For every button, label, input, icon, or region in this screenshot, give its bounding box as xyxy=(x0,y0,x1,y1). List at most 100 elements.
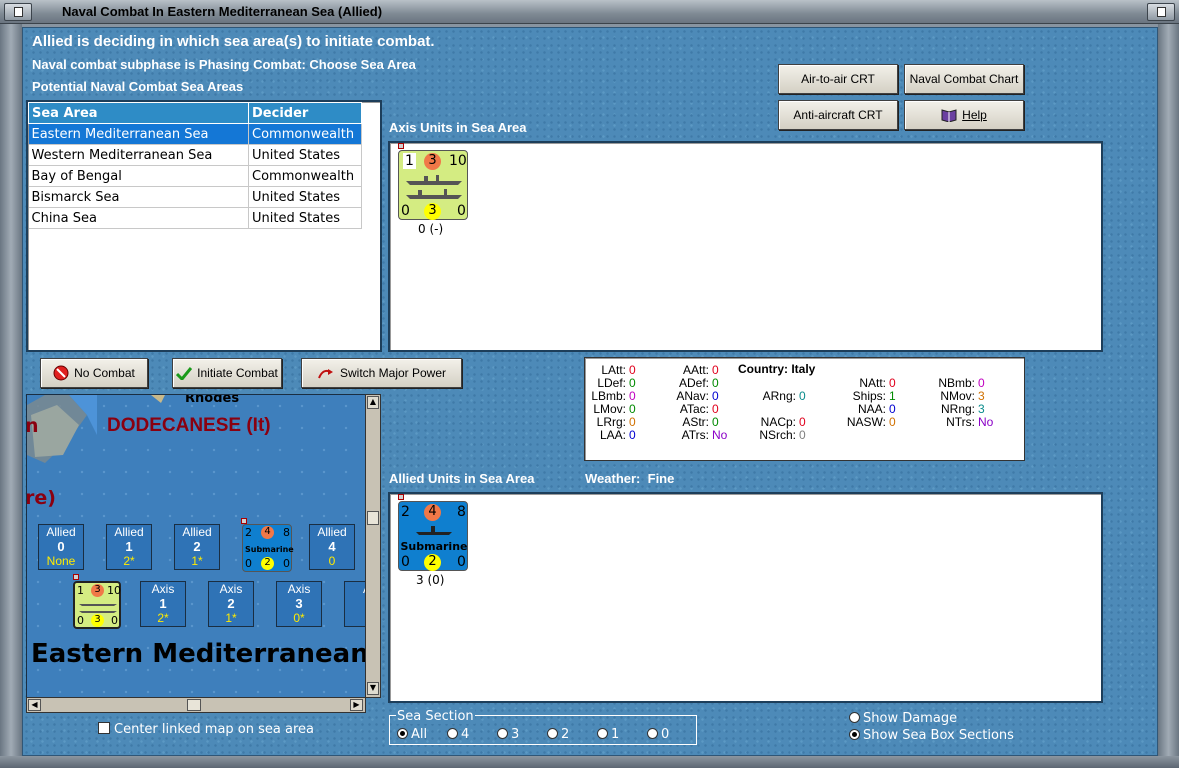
counter-movement: 2 xyxy=(261,557,274,570)
center-map-option[interactable]: Center linked map on sea area xyxy=(98,722,314,737)
box-label: Axis xyxy=(287,582,311,596)
selection-marker xyxy=(398,143,404,149)
box-label: Allied xyxy=(317,525,347,539)
stat-label: NAtt: xyxy=(859,376,886,390)
stat-label: NAA: xyxy=(857,402,886,416)
counter-range: 10 xyxy=(107,584,121,597)
axis-box-partial[interactable]: A xyxy=(344,581,365,627)
stat-label: NTrs: xyxy=(946,415,975,429)
scroll-down-icon[interactable]: ▼ xyxy=(367,682,379,695)
map-hscrollbar[interactable]: ◀ ▶ xyxy=(26,697,366,713)
help-button[interactable]: Help xyxy=(904,100,1024,130)
no-entry-icon xyxy=(53,365,69,381)
maximize-button[interactable] xyxy=(1147,3,1175,21)
scroll-left-icon[interactable]: ◀ xyxy=(28,699,41,711)
allied-box-2[interactable]: Allied 2 1* xyxy=(174,524,220,570)
map-axis-counter[interactable]: 1 3 10 0 3 0 xyxy=(73,581,121,629)
scroll-thumb[interactable] xyxy=(367,511,379,525)
counter-attack: 1 xyxy=(77,584,84,597)
bottom-border xyxy=(0,756,1179,768)
system-menu-button[interactable] xyxy=(4,3,32,21)
box-num: 1 xyxy=(125,539,133,554)
scroll-up-icon[interactable]: ▲ xyxy=(367,396,379,409)
section-4-radio[interactable]: 4 xyxy=(447,727,497,742)
table-row[interactable]: Eastern Mediterranean Sea Commonwealth xyxy=(28,123,362,145)
allied-unit-counter[interactable]: 2 4 8 Submarine 0 2 0 xyxy=(398,501,468,571)
cell-sea-area: China Sea xyxy=(28,207,249,229)
section-2-radio[interactable]: 2 xyxy=(547,727,597,742)
allied-units-area[interactable] xyxy=(388,492,1103,703)
stat-value: 0 xyxy=(889,415,896,429)
initiate-combat-button[interactable]: Initiate Combat xyxy=(172,358,282,388)
radio-label: 4 xyxy=(461,727,470,742)
allied-box-4[interactable]: Allied 4 0 xyxy=(309,524,355,570)
naval-combat-chart-button[interactable]: Naval Combat Chart xyxy=(904,64,1024,94)
stat-label: LRrg: xyxy=(596,415,626,429)
col-sea-area[interactable]: Sea Area xyxy=(28,102,249,124)
table-row[interactable]: China Sea United States xyxy=(28,207,362,229)
radio-label: Show Sea Box Sections xyxy=(863,728,1014,743)
air-to-air-crt-button[interactable]: Air-to-air CRT xyxy=(778,64,898,94)
checkmark-icon xyxy=(176,367,193,380)
counter-defense: 0 xyxy=(245,557,252,570)
stat-label: AAtt: xyxy=(682,363,709,377)
stat-value: No xyxy=(978,415,994,429)
counter-bottom-right: 0 xyxy=(283,557,290,570)
box-label: Allied xyxy=(114,525,144,539)
weather-value: Fine xyxy=(647,471,675,486)
scroll-thumb[interactable] xyxy=(187,699,201,711)
allied-box-0[interactable]: Allied 0 None xyxy=(38,524,84,570)
section-3-radio[interactable]: 3 xyxy=(497,727,547,742)
stat-label: NMov: xyxy=(940,389,975,403)
axis-units-area[interactable] xyxy=(388,141,1103,352)
axis-box-2[interactable]: Axis 2 1* xyxy=(208,581,254,627)
sea-area-list[interactable]: Sea Area Decider Eastern Mediterranean S… xyxy=(26,100,382,352)
anti-aircraft-crt-button[interactable]: Anti-aircraft CRT xyxy=(778,100,898,130)
axis-box-1[interactable]: Axis 1 2* xyxy=(140,581,186,627)
section-0-radio[interactable]: 0 xyxy=(647,727,687,742)
country-label: Country: xyxy=(738,362,788,376)
table-row[interactable]: Bay of Bengal Commonwealth xyxy=(28,165,362,187)
show-sections-option[interactable]: Show Sea Box Sections xyxy=(849,728,1014,743)
counter-center-top: 3 xyxy=(91,584,104,597)
center-map-checkbox[interactable] xyxy=(98,722,110,734)
stat-value: 0 xyxy=(889,376,896,390)
counter-name: Submarine xyxy=(245,545,294,554)
box-num: 2 xyxy=(227,596,235,611)
col-decider[interactable]: Decider xyxy=(248,102,362,124)
submarine-icon xyxy=(416,526,452,535)
center-map-label: Center linked map on sea area xyxy=(114,722,314,737)
map-submarine-counter[interactable]: 2 4 8 Submarine 0 2 0 xyxy=(242,524,294,572)
counter-attack: 2 xyxy=(401,504,410,520)
island-label: Rhodes xyxy=(185,394,240,406)
button-label: Switch Major Power xyxy=(339,366,447,380)
stat-value: 0 xyxy=(629,376,636,390)
partial-region-label: re) xyxy=(26,487,56,509)
table-row[interactable]: Western Mediterranean Sea United States xyxy=(28,144,362,166)
stat-value: 0 xyxy=(712,402,719,416)
section-all-radio[interactable]: All xyxy=(397,727,447,742)
map-view[interactable]: Rhodes DODECANESE (It) n re) Allied 0 None… xyxy=(26,394,366,698)
show-damage-option[interactable]: Show Damage xyxy=(849,711,957,726)
map-vscrollbar[interactable]: ▲ ▼ xyxy=(365,394,381,698)
switch-major-power-button[interactable]: Switch Major Power xyxy=(301,358,462,388)
box-sub: 0 xyxy=(328,554,336,568)
radio-label: 0 xyxy=(661,727,670,742)
counter-defense: 0 xyxy=(77,614,84,627)
stat-lrrg: LRrg: 0 xyxy=(588,415,636,429)
stat-value: 0 xyxy=(629,389,636,403)
stat-label: LDef: xyxy=(597,376,626,390)
stat-label: NASW: xyxy=(846,415,886,429)
no-combat-button[interactable]: No Combat xyxy=(40,358,148,388)
stat-aatt: AAtt: 0 xyxy=(667,363,719,377)
allied-box-1[interactable]: Allied 1 2* xyxy=(106,524,152,570)
table-row[interactable]: Bismarck Sea United States xyxy=(28,186,362,208)
stat-nsrch: NSrch: 0 xyxy=(752,428,805,442)
box-num: 2 xyxy=(193,539,201,554)
cell-decider: United States xyxy=(248,207,362,229)
radio-indicator xyxy=(849,712,860,723)
axis-box-3[interactable]: Axis 3 0* xyxy=(276,581,322,627)
axis-unit-counter[interactable]: 1 3 10 0 3 0 xyxy=(398,150,468,220)
scroll-right-icon[interactable]: ▶ xyxy=(350,699,363,711)
section-1-radio[interactable]: 1 xyxy=(597,727,647,742)
